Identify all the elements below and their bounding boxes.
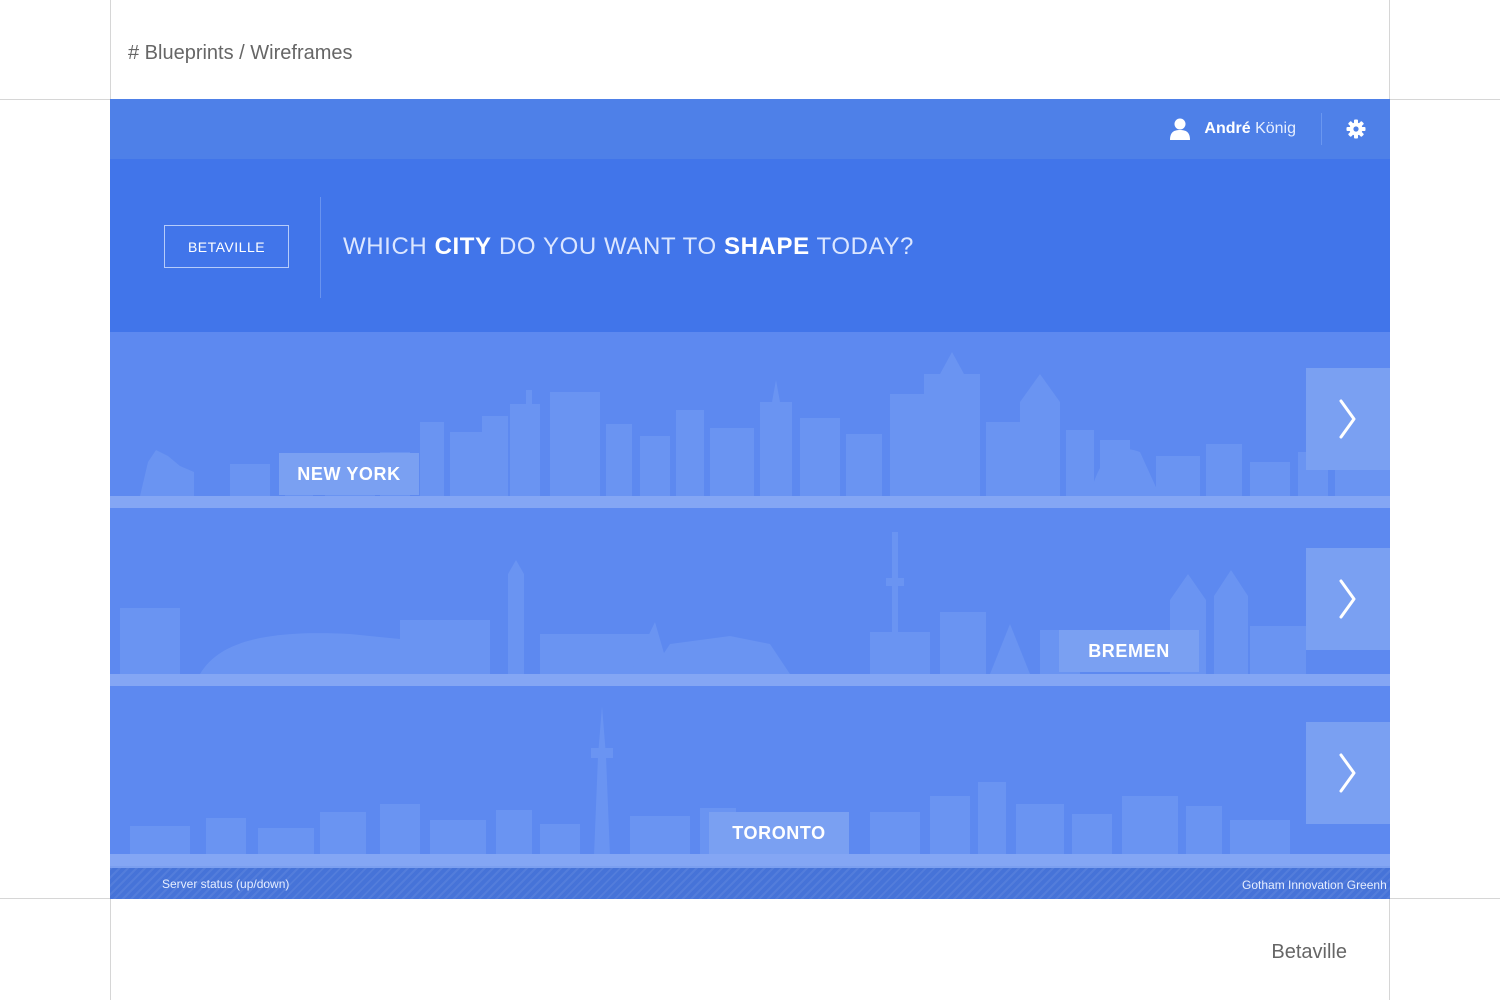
city-arrow-toronto[interactable]	[1306, 722, 1390, 824]
city-row-new-york[interactable]: NEW YORK	[110, 332, 1390, 508]
chevron-right-icon	[1339, 753, 1356, 793]
status-bar: Server status (up/down) Gotham Innovatio…	[110, 866, 1390, 899]
city-row-toronto[interactable]: TORONTO	[110, 686, 1390, 866]
user-first-name: André	[1204, 120, 1251, 137]
app-frame: André König BETAVILLE WHICH CITY DO YOU	[110, 99, 1390, 899]
city-label-new-york[interactable]: NEW YORK	[279, 453, 419, 495]
city-arrow-bremen[interactable]	[1306, 548, 1390, 650]
top-bar: André König	[110, 99, 1390, 159]
server-status: Server status (up/down)	[162, 877, 290, 891]
hero-divider	[320, 197, 321, 298]
city-label-bremen[interactable]: BREMEN	[1059, 630, 1199, 672]
betaville-button[interactable]: BETAVILLE	[164, 225, 289, 268]
document-footer: Betaville	[1271, 941, 1347, 963]
hero-banner: BETAVILLE WHICH CITY DO YOU WANT TO SHAP…	[110, 159, 1390, 332]
hero-headline: WHICH CITY DO YOU WANT TO SHAPE TODAY?	[343, 233, 914, 260]
city-label-toronto[interactable]: TORONTO	[709, 812, 849, 854]
city-arrow-new-york[interactable]	[1306, 368, 1390, 470]
user-icon	[1170, 118, 1191, 140]
gear-icon[interactable]	[1346, 119, 1366, 139]
chevron-right-icon	[1339, 399, 1356, 439]
city-row-bremen[interactable]: BREMEN	[110, 508, 1390, 686]
footer-credit: Gotham Innovation Greenh	[1242, 878, 1387, 892]
chevron-right-icon	[1339, 579, 1356, 619]
user-last-name: König	[1255, 120, 1296, 137]
topbar-divider	[1321, 113, 1322, 145]
document-title: # Blueprints / Wireframes	[128, 42, 353, 64]
user-menu[interactable]: André König	[1170, 99, 1296, 159]
